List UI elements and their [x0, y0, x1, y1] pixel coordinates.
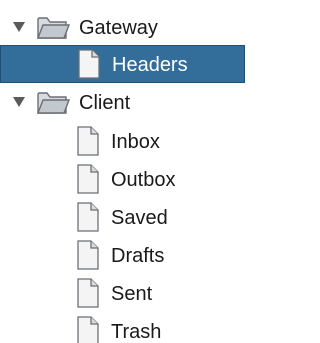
- document-icon: [77, 49, 101, 85]
- document-icon: [76, 278, 100, 314]
- document-icon: [76, 202, 100, 238]
- tree-node-label: Saved: [111, 207, 168, 229]
- document-icon: [76, 164, 100, 200]
- document-icon: [76, 316, 100, 343]
- tree-node-label: Client: [79, 92, 131, 114]
- tree-node-trash[interactable]: Trash: [0, 313, 245, 343]
- tree-node-saved[interactable]: Saved: [0, 199, 245, 237]
- tree-node-headers[interactable]: Headers: [0, 45, 245, 83]
- tree-node-label: Inbox: [111, 131, 160, 153]
- tree-node-drafts[interactable]: Drafts: [0, 237, 245, 275]
- folder-tree: Gateway Headers Client Inbox Outbox Save…: [0, 0, 245, 343]
- tree-node-inbox[interactable]: Inbox: [0, 123, 245, 161]
- tree-node-sent[interactable]: Sent: [0, 275, 245, 313]
- expand-toggle-icon[interactable]: [13, 22, 25, 32]
- tree-node-label: Trash: [111, 321, 162, 343]
- tree-node-label: Headers: [112, 54, 188, 76]
- folder-open-icon: [36, 88, 71, 122]
- expand-toggle-icon[interactable]: [13, 97, 25, 107]
- tree-node-outbox[interactable]: Outbox: [0, 161, 245, 199]
- tree-node-label: Drafts: [111, 245, 165, 267]
- folder-open-icon: [36, 13, 71, 47]
- document-icon: [76, 240, 100, 276]
- tree-node-gateway[interactable]: Gateway: [0, 9, 245, 47]
- document-icon: [76, 126, 100, 162]
- tree-node-label: Sent: [111, 283, 153, 305]
- tree-node-client[interactable]: Client: [0, 84, 245, 122]
- tree-node-label: Outbox: [111, 169, 176, 191]
- tree-node-label: Gateway: [79, 17, 158, 39]
